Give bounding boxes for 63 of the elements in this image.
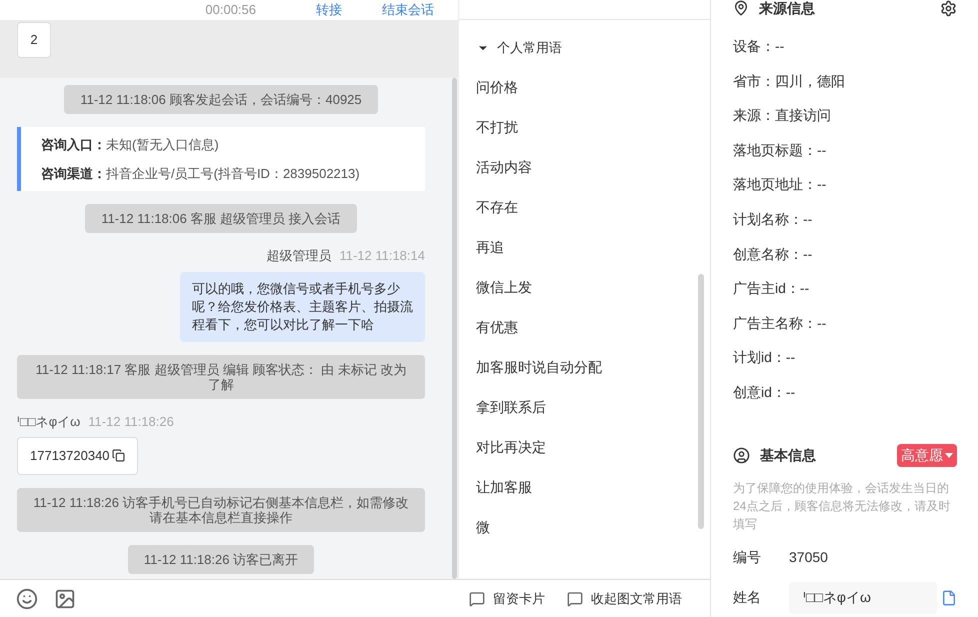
field-label: 编号 (733, 548, 762, 567)
source-field: 创意id：-- (733, 382, 957, 402)
phrase-item[interactable]: 拿到联系后 (476, 398, 698, 416)
source-field: 计划名称：-- (733, 210, 957, 229)
system-notice: 11-12 11:18:17 客服 超级管理员 编辑 顾客状态： 由 未标记 改为了解 (17, 354, 425, 398)
source-field: 设备：-- (733, 37, 957, 56)
field-value: 37050 (789, 548, 828, 567)
source-field: 落地页标题：-- (733, 140, 957, 160)
toolbar-button[interactable]: 留资卡片 (469, 588, 545, 608)
entry-value: 未知(暂无入口信息) (106, 136, 219, 154)
section-title: 来源信息 (759, 0, 815, 18)
phrase-item[interactable]: 微 (476, 518, 698, 536)
message-time: 11-12 11:18:14 (339, 247, 425, 265)
source-field: 落地页地址：-- (733, 175, 957, 194)
scrollbar[interactable] (698, 274, 704, 528)
notice-text: 为了保障您的使用体验，会话发生当日的24点之后，顾客信息将无法修改，请及时填写 (733, 480, 952, 533)
pinned-message: 2 (17, 22, 51, 58)
comment-icon (469, 590, 485, 606)
entry-label: 咨询渠道： (41, 164, 106, 182)
header-action[interactable]: 结束会话 (382, 0, 434, 20)
document-icon[interactable] (941, 590, 957, 606)
header-action[interactable]: 转接 (316, 0, 342, 20)
phrase-item[interactable]: 加客服时说自动分配 (476, 358, 698, 376)
field-label: 姓名 (733, 588, 762, 608)
source-field: 计划id：-- (733, 348, 957, 367)
toolbar-button[interactable]: 收起图文常用语 (567, 588, 682, 608)
session-timer: 00:00:56 (205, 1, 256, 20)
section-title: 基本信息 (760, 446, 816, 465)
user-icon (733, 446, 750, 464)
system-notice: 11-12 11:18:26 访客已离开 (128, 544, 314, 574)
image-icon[interactable] (54, 588, 76, 610)
sender-name: ᑊ□□ネφイω (17, 412, 80, 431)
phrase-group-toggle[interactable]: 个人常用语 (459, 38, 710, 58)
copy-icon[interactable] (112, 449, 125, 462)
comment-icon (567, 590, 583, 606)
name-field[interactable]: ᑊ□□ネφイω (789, 582, 937, 614)
source-field: 广告主名称：-- (733, 314, 957, 332)
source-field: 广告主id：-- (733, 279, 957, 298)
emoji-icon[interactable] (16, 588, 38, 610)
chat-bubble: 可以的哦，您微信号或者手机号多少呢？给您发价格表、主题客片、拍摄流程看下，您可以对比了解一下哈 (180, 272, 425, 342)
entry-value: 抖音企业号/员工号(抖音号ID：2839502213) (106, 164, 360, 183)
scrollbar[interactable] (452, 78, 457, 579)
source-field: 来源：直接访问 (733, 106, 957, 125)
phrase-item[interactable]: 不打扰 (476, 118, 698, 136)
phrase-item[interactable]: 问价格 (476, 78, 698, 96)
phrase-item[interactable]: 对比再决定 (476, 438, 698, 456)
system-notice: 11-12 11:18:06 客服 超级管理员 接入会话 (85, 204, 357, 233)
phrase-item[interactable]: 再追 (476, 238, 698, 256)
sender-name: 超级管理员 (266, 247, 332, 265)
phrase-item[interactable]: 让加客服 (476, 478, 698, 496)
phrase-item[interactable]: 微信上发 (476, 278, 698, 296)
system-notice: 11-12 11:18:26 访客手机号已自动标记右侧基本信息栏，如需修改请在基本信息栏直接操作 (17, 488, 425, 532)
system-notice: 11-12 11:18:06 顾客发起会话，会话编号：40925 (64, 85, 378, 114)
phrase-item[interactable]: 有优惠 (476, 318, 698, 336)
message-time: 11-12 11:18:26 (88, 412, 174, 430)
source-field: 创意名称：-- (733, 244, 957, 264)
phrase-item[interactable]: 活动内容 (476, 158, 698, 176)
phrase-item[interactable]: 不存在 (476, 198, 698, 216)
chat-bubble: 17713720340 (17, 437, 138, 474)
source-field: 省市：四川，德阳 (733, 72, 957, 90)
entry-label: 咨询入口： (41, 136, 106, 154)
settings-icon[interactable] (940, 0, 957, 16)
location-icon (733, 0, 749, 16)
